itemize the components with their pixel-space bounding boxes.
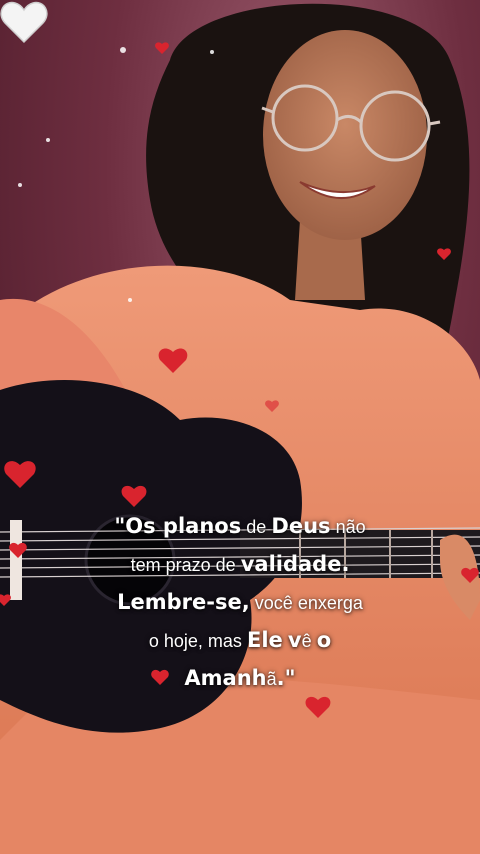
quote-line-3: Lembre-se, você enxerga <box>117 590 363 614</box>
quote-line-1: "Os planos de Deus não <box>114 514 366 538</box>
heart-icon <box>155 42 169 54</box>
white-heart-icon <box>0 1 48 44</box>
quote-text: "Os planos de Deus não tem prazo de vali… <box>0 508 480 698</box>
quote-line-2: tem prazo de validade. <box>130 552 350 576</box>
quote-line-5: Amanhã." <box>184 666 296 690</box>
sparkle <box>120 47 126 53</box>
sparkle <box>128 298 132 302</box>
illustration <box>0 3 480 854</box>
sparkle <box>18 183 22 187</box>
sparkle <box>210 50 214 54</box>
face <box>263 30 427 240</box>
quote-line-4: o hoje, mas Ele vê o <box>148 628 332 652</box>
sparkle <box>46 138 50 142</box>
photo-scene: "Os planos de Deus não tem prazo de vali… <box>0 0 480 854</box>
